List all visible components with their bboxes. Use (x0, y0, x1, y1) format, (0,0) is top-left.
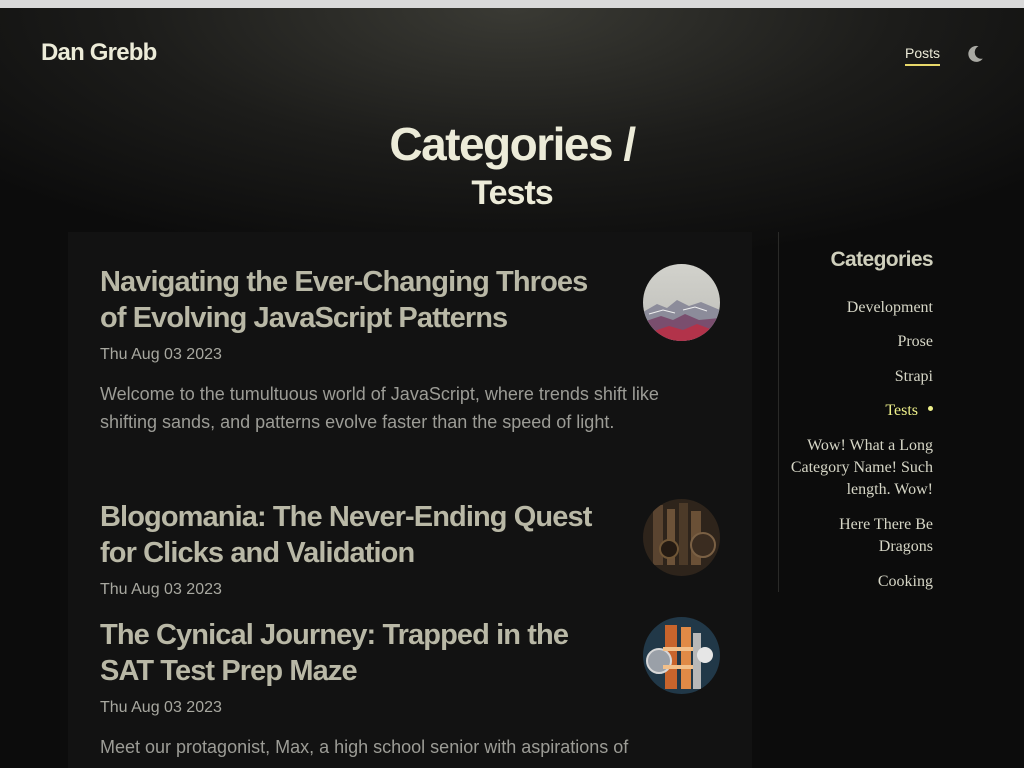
categories-sidebar: Categories Development Prose Strapi Test… (778, 232, 934, 593)
post-title[interactable]: The Cynical Journey: Trapped in the SAT … (100, 617, 620, 689)
posts-list: Navigating the Ever-Changing Throes of E… (68, 232, 752, 768)
post-excerpt: Meet our protagonist, Max, a high school… (100, 737, 629, 757)
browser-top-bar (0, 0, 1024, 8)
post-date: Thu Aug 03 2023 (100, 699, 222, 716)
post-title[interactable]: Blogomania: The Never-Ending Quest for C… (100, 499, 620, 571)
page-title-category: Tests (471, 174, 553, 212)
nav-posts-link[interactable]: Posts (905, 45, 941, 66)
category-development[interactable]: Development (783, 297, 933, 319)
post-card[interactable]: The Cynical Journey: Trapped in the SAT … (100, 617, 720, 761)
post-date: Thu Aug 03 2023 (100, 346, 222, 363)
post-title[interactable]: Navigating the Ever-Changing Throes of E… (100, 264, 620, 336)
post-date: Thu Aug 03 2023 (100, 581, 222, 598)
machinery-thumbnail[interactable] (643, 617, 720, 694)
category-tests[interactable]: Tests (783, 400, 933, 422)
category-dragons[interactable]: Here There Be Dragons (783, 514, 933, 558)
moon-icon[interactable] (964, 43, 986, 65)
category-long-name[interactable]: Wow! What a Long Category Name! Such len… (783, 435, 933, 501)
post-card[interactable]: Navigating the Ever-Changing Throes of E… (100, 264, 720, 436)
sidebar-heading: Categories (830, 248, 933, 271)
category-tests-label: Tests (885, 402, 918, 419)
active-indicator-dot (928, 405, 933, 411)
post-excerpt: Welcome to the tumultuous world of JavaS… (100, 384, 659, 432)
page-title-main: Categories / (389, 118, 636, 170)
category-strapi[interactable]: Strapi (783, 366, 933, 388)
bronze-sculpture-thumbnail[interactable] (643, 499, 720, 576)
post-card[interactable]: Blogomania: The Never-Ending Quest for C… (100, 499, 720, 599)
mountain-thumbnail[interactable] (643, 264, 720, 341)
category-prose[interactable]: Prose (783, 331, 933, 353)
site-brand[interactable]: Dan Grebb (41, 39, 157, 67)
page: Dan Grebb Posts Categories / Tests Navig… (0, 8, 1024, 768)
page-title: Categories / Tests (0, 116, 1024, 214)
category-cooking[interactable]: Cooking (783, 571, 933, 593)
